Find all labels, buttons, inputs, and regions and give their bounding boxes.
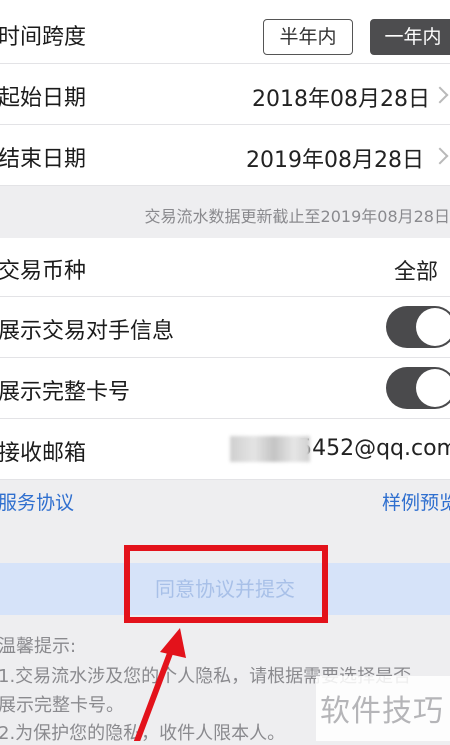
arrow-pointer-icon [134, 628, 186, 741]
watermark-text: 软件技巧 [320, 694, 444, 729]
